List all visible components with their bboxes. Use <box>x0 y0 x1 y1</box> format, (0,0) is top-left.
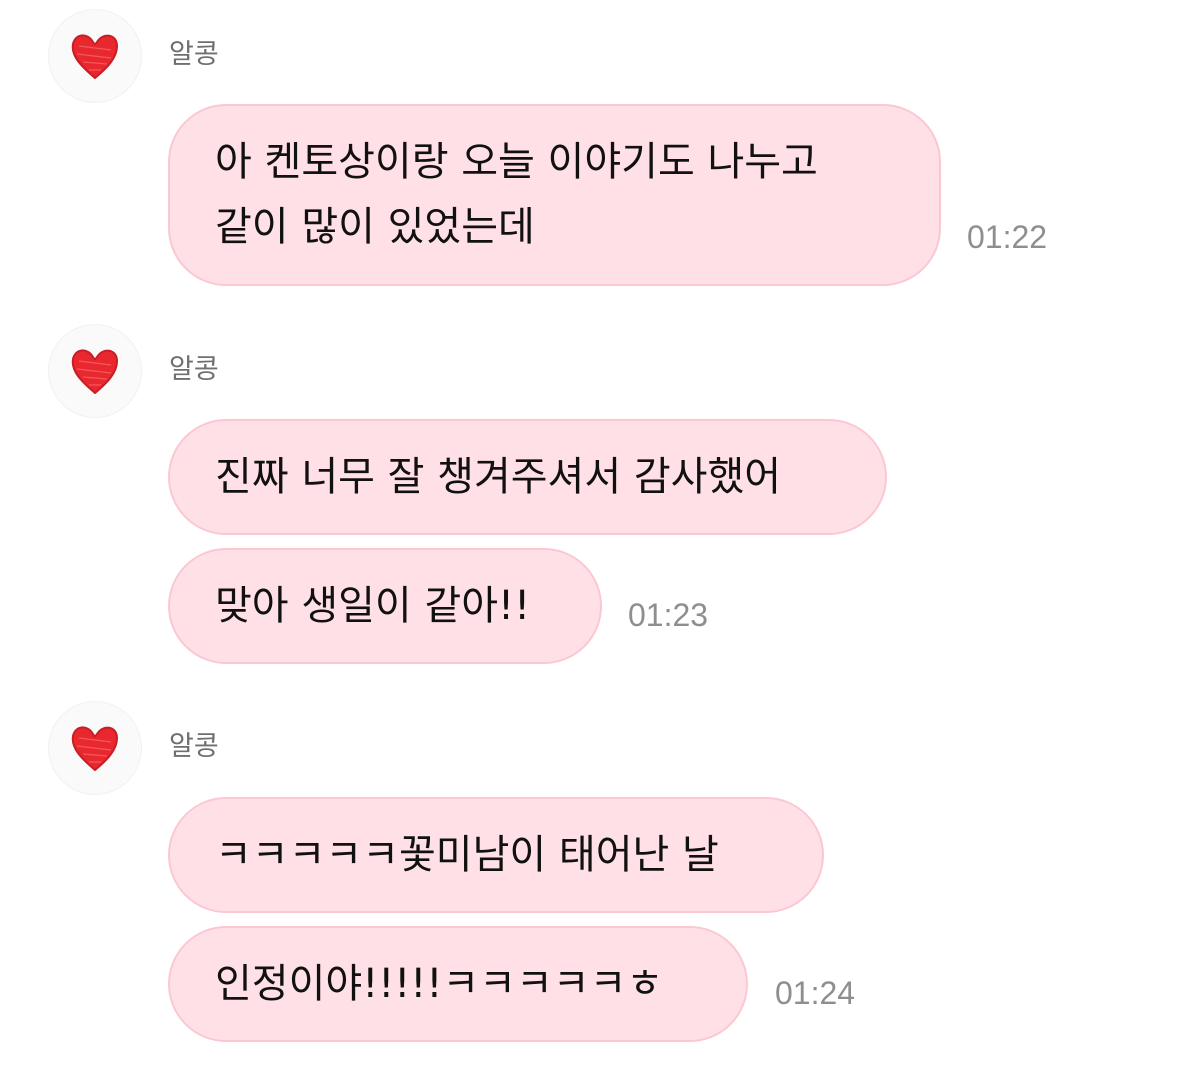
message-text: 맞아 생일이 같아!! <box>215 582 531 629</box>
timestamp: 01:23 <box>628 597 709 633</box>
message-bubble[interactable]: 맞아 생일이 같아!! <box>168 548 602 664</box>
timestamp: 01:22 <box>967 219 1048 255</box>
message-text: 아 켄토상이랑 오늘 이야기도 나누고 같이 많이 있었는데 <box>215 130 818 260</box>
avatar[interactable] <box>48 701 142 795</box>
sender-name: 알콩 <box>169 39 219 70</box>
avatar[interactable] <box>48 324 142 418</box>
message-line: 아 켄토상이랑 오늘 이야기도 나누고 <box>215 139 818 185</box>
message-text: 인정이야!!!!!ㅋㅋㅋㅋㅋㅎ <box>215 960 664 1007</box>
message-bubble[interactable]: 아 켄토상이랑 오늘 이야기도 나누고 같이 많이 있었는데 <box>168 104 941 286</box>
timestamp: 01:24 <box>775 975 856 1011</box>
message-bubble[interactable]: 진짜 너무 잘 챙겨주셔서 감사했어 <box>168 419 887 535</box>
sender-name: 알콩 <box>169 354 219 385</box>
message-bubble[interactable]: 인정이야!!!!!ㅋㅋㅋㅋㅋㅎ <box>168 926 748 1042</box>
heart-icon <box>71 349 118 394</box>
message-bubble[interactable]: ㅋㅋㅋㅋㅋ꽃미남이 태어난 날 <box>168 797 824 913</box>
message-text: ㅋㅋㅋㅋㅋ꽃미남이 태어난 날 <box>215 831 719 878</box>
sender-name: 알콩 <box>169 731 219 762</box>
message-text: 진짜 너무 잘 챙겨주셔서 감사했어 <box>215 453 782 500</box>
message-line: 같이 많이 있었는데 <box>215 204 535 250</box>
heart-icon <box>71 34 118 79</box>
avatar[interactable] <box>48 9 142 103</box>
heart-icon <box>71 726 118 771</box>
